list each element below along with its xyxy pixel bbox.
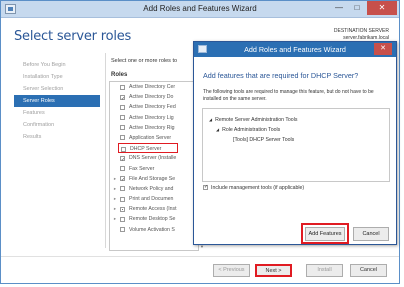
role-row-ad-rights[interactable]: Active Directory Rig: [110, 123, 198, 133]
title-bar: Add Roles and Features Wizard — □ ✕: [1, 1, 399, 18]
role-checkbox[interactable]: [120, 84, 125, 90]
role-checkbox[interactable]: [120, 115, 125, 121]
expand-arrow-icon[interactable]: ▸: [112, 184, 118, 194]
scroll-down-arrow-icon[interactable]: ▼: [199, 244, 205, 251]
role-row-volume-activation[interactable]: Volume Activation S: [110, 225, 198, 235]
role-checkbox[interactable]: [120, 104, 125, 110]
minimize-button[interactable]: —: [331, 1, 347, 15]
role-checkbox[interactable]: [120, 216, 125, 222]
next-button[interactable]: Next >: [255, 264, 292, 277]
nav-divider: [105, 53, 106, 248]
role-label: Active Directory Fed: [129, 104, 176, 111]
role-row-ad-federation[interactable]: Active Directory Fed: [110, 102, 198, 112]
roles-intro-text: Select one or more roles to: [111, 58, 178, 64]
close-button[interactable]: ✕: [367, 1, 397, 15]
expand-arrow-icon[interactable]: ▸: [112, 174, 118, 184]
role-label: Network Policy and: [129, 185, 174, 192]
role-label: Active Directory Cer: [129, 84, 176, 90]
install-button[interactable]: Install: [306, 264, 343, 277]
role-label: Active Directory Rig: [129, 124, 175, 131]
role-checkbox[interactable]: [120, 155, 125, 165]
role-checkbox[interactable]: [121, 146, 126, 152]
collapse-arrow-icon[interactable]: ◢: [209, 117, 212, 122]
cancel-button[interactable]: Cancel: [350, 264, 387, 277]
maximize-button[interactable]: □: [349, 1, 365, 15]
dialog-description: The following tools are required to mana…: [203, 89, 374, 102]
expand-arrow-icon[interactable]: ▸: [112, 194, 118, 204]
include-tools-checkbox[interactable]: [203, 184, 208, 191]
role-row-print-document[interactable]: ▸ Print and Documen: [110, 194, 198, 204]
add-features-button[interactable]: Add Features: [305, 227, 345, 241]
role-checkbox[interactable]: [120, 135, 125, 141]
role-checkbox[interactable]: [120, 206, 125, 212]
role-row-network-policy[interactable]: ▸ Network Policy and: [110, 184, 198, 194]
role-row-remote-access[interactable]: ▸ Remote Access (Inst: [110, 204, 198, 214]
roles-list[interactable]: Active Directory Cer Active Directory Do…: [109, 81, 199, 251]
nav-item-results[interactable]: Results: [14, 131, 100, 143]
nav-item-installation-type[interactable]: Installation Type: [14, 71, 100, 83]
role-row-file-storage[interactable]: ▸ File And Storage Se: [110, 174, 198, 185]
expand-arrow-icon[interactable]: ▸: [112, 214, 118, 224]
tree-item-label: [Tools] DHCP Server Tools: [233, 137, 295, 143]
roles-header: Roles: [111, 72, 128, 78]
dialog-close-button[interactable]: ✕: [374, 43, 392, 55]
role-label: Active Directory Lig: [129, 114, 174, 121]
role-row-ad-certificate[interactable]: Active Directory Cer: [110, 82, 198, 92]
include-tools-label: Include management tools (if applicable): [211, 185, 305, 191]
dialog-cancel-button[interactable]: Cancel: [353, 227, 389, 241]
dialog-title-bar: Add Roles and Features Wizard ✕: [194, 42, 396, 57]
role-checkbox[interactable]: [120, 94, 125, 104]
dialog-title: Add Roles and Features Wizard: [244, 45, 346, 54]
tree-item-label: Role Administration Tools: [222, 127, 281, 133]
role-row-dns-server[interactable]: DNS Server (Installe: [110, 153, 198, 165]
role-label: Remote Access (Inst: [129, 206, 177, 213]
role-row-dhcp-server[interactable]: DHCP Server: [118, 143, 178, 154]
wizard-nav: Before You Begin Installation Type Serve…: [14, 59, 100, 143]
role-label: Application Server: [129, 134, 172, 141]
collapse-arrow-icon[interactable]: ◢: [216, 127, 219, 132]
previous-button[interactable]: < Previous: [213, 264, 250, 277]
role-label: Print and Documen: [129, 196, 174, 203]
role-checkbox[interactable]: [120, 125, 125, 131]
role-row-ad-lightweight[interactable]: Active Directory Lig: [110, 113, 198, 123]
required-features-tree: ◢ Remote Server Administration Tools ◢ Rol…: [202, 108, 390, 182]
role-checkbox[interactable]: [120, 186, 125, 192]
dialog-question: Add features that are required for DHCP …: [203, 71, 359, 80]
nav-item-server-roles[interactable]: Server Roles: [14, 95, 100, 107]
tree-item-label: Remote Server Administration Tools: [215, 117, 298, 123]
tree-item-rsat: ◢ Remote Server Administration Tools: [209, 117, 297, 123]
destination-server-label: DESTINATION SERVER: [333, 28, 389, 34]
role-label: Active Directory Do: [129, 94, 174, 101]
role-label: DNS Server (Installe: [129, 155, 177, 162]
include-management-tools[interactable]: Include management tools (if applicable): [203, 184, 305, 191]
role-label: File And Storage Se: [129, 175, 176, 182]
add-features-dialog: Add Roles and Features Wizard ✕ Add feat…: [193, 41, 397, 245]
role-label: Fax Server: [129, 165, 155, 172]
role-row-ad-domain[interactable]: Active Directory Do: [110, 92, 198, 104]
role-label: Volume Activation S: [129, 226, 175, 233]
nav-item-confirmation[interactable]: Confirmation: [14, 119, 100, 131]
role-label: Remote Desktop Se: [129, 216, 176, 223]
role-row-remote-desktop[interactable]: ▸ Remote Desktop Se: [110, 214, 198, 224]
role-checkbox[interactable]: [120, 227, 125, 233]
role-row-fax-server[interactable]: Fax Server: [110, 164, 198, 174]
role-row-application-server[interactable]: Application Server: [110, 133, 198, 143]
expand-arrow-icon[interactable]: ▸: [112, 204, 118, 214]
nav-item-before-you-begin[interactable]: Before You Begin: [14, 59, 100, 71]
tree-item-role-admin-tools: ◢ Role Administration Tools: [216, 127, 280, 133]
nav-item-features[interactable]: Features: [14, 107, 100, 119]
tree-item-dhcp-tools: [Tools] DHCP Server Tools: [233, 137, 294, 143]
footer-divider: [1, 256, 399, 257]
role-checkbox[interactable]: [120, 196, 125, 202]
nav-item-server-selection[interactable]: Server Selection: [14, 83, 100, 95]
role-checkbox[interactable]: [120, 175, 125, 185]
role-checkbox[interactable]: [120, 166, 125, 171]
page-title: Select server roles: [14, 29, 132, 44]
